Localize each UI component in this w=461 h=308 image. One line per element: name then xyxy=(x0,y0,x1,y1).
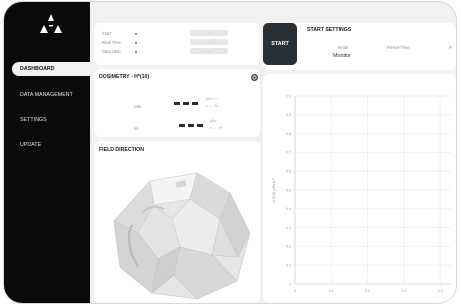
rate-label: rate xyxy=(134,104,142,109)
app-window: DASHBOARD DATA MANAGEMENT SETTINGS UPDAT… xyxy=(4,2,456,303)
integral-unit: µSv xyxy=(210,119,216,123)
dose-rate-chart[interactable]: 1.0 0.9 0.8 0.7 0.6 0.5 0.4 0.3 0.2 0.1 00 0.1 0.2 0.… xyxy=(263,74,456,303)
status-value: ----- xyxy=(190,39,228,45)
logo-icon xyxy=(40,14,62,33)
y-tick-label: 0.4 xyxy=(286,207,291,211)
rate-value-dash xyxy=(192,102,198,105)
preset-label: P xyxy=(449,45,452,50)
sidebar: DASHBOARD DATA MANAGEMENT SETTINGS UPDAT… xyxy=(4,2,90,303)
y-tick-label: 0.9 xyxy=(286,113,291,117)
y-tick-label: 0.7 xyxy=(286,151,291,155)
status-value: ----- xyxy=(190,48,228,54)
y-tick-label: 0.2 xyxy=(286,245,291,249)
y-tick-label: 0.5 xyxy=(286,188,291,192)
integral-value-dash xyxy=(188,124,194,127)
preset-time-label: Preset-Time xyxy=(387,45,410,50)
status-dot xyxy=(135,33,137,35)
integral-uncertainty: ± - - - % xyxy=(210,126,223,130)
rate-uncertainty: ± - - - % xyxy=(206,104,219,108)
rate-value-dash xyxy=(183,102,189,105)
rate-value-dash xyxy=(174,102,180,105)
y-tick-label: 0.3 xyxy=(286,226,291,230)
status-card: Start ----- Real Time ----- Data UNC ---… xyxy=(94,23,260,65)
x-tick-label: 0.3 xyxy=(401,289,406,293)
dosimetry-title: DOSIMETRY - H*(10) xyxy=(99,74,150,80)
sidebar-item-data-management[interactable]: DATA MANAGEMENT xyxy=(12,88,90,102)
reset-icon[interactable] xyxy=(251,74,258,81)
sidebar-item-dashboard[interactable]: DASHBOARD xyxy=(12,62,90,76)
mode-label: Mode xyxy=(338,45,349,50)
y-tick-label: 1.0 xyxy=(286,94,291,98)
field-direction-title: FIELD DIRECTION xyxy=(99,147,144,153)
x-tick-label: 0.4 xyxy=(438,289,443,293)
x-tick-label: 0 xyxy=(294,289,296,293)
status-dot xyxy=(135,51,137,53)
y-tick-label: 0 xyxy=(289,282,291,286)
dosimetry-card: DOSIMETRY - H*(10) rate µSv h⁻¹ ± - - - … xyxy=(94,69,260,137)
mode-value[interactable]: Monitor xyxy=(333,53,351,59)
x-tick-label: 0.1 xyxy=(329,289,334,293)
sidebar-item-update[interactable]: UPDATE xyxy=(12,138,90,152)
y-tick-label: 0.6 xyxy=(286,170,291,174)
status-value: ----- xyxy=(190,30,228,36)
y-tick-label: 0.1 xyxy=(286,264,291,268)
integral-value-dash xyxy=(197,124,203,127)
y-axis-label: H*(10) µSv h⁻¹ xyxy=(272,177,276,203)
status-label: Real Time xyxy=(102,40,121,45)
rate-unit: µSv h⁻¹ xyxy=(206,97,218,101)
detector-3d-model[interactable] xyxy=(102,163,252,303)
field-direction-card: FIELD DIRECTION xyxy=(94,141,260,303)
x-tick-label: 0.2 xyxy=(365,289,370,293)
start-button[interactable]: START xyxy=(263,23,297,65)
status-label: Start xyxy=(102,31,111,36)
y-tick-label: 0.8 xyxy=(286,132,291,136)
status-label: Data UNC xyxy=(102,49,122,54)
integral-label: int. xyxy=(134,126,140,131)
sidebar-item-settings[interactable]: SETTINGS xyxy=(12,113,90,127)
status-dot xyxy=(135,42,137,44)
integral-value-dash xyxy=(179,124,185,127)
start-settings-title: START SETTINGS xyxy=(307,27,352,33)
chart-card: 1.0 0.9 0.8 0.7 0.6 0.5 0.4 0.3 0.2 0.1 0 0 0.1 0.2 0.… xyxy=(263,74,456,303)
